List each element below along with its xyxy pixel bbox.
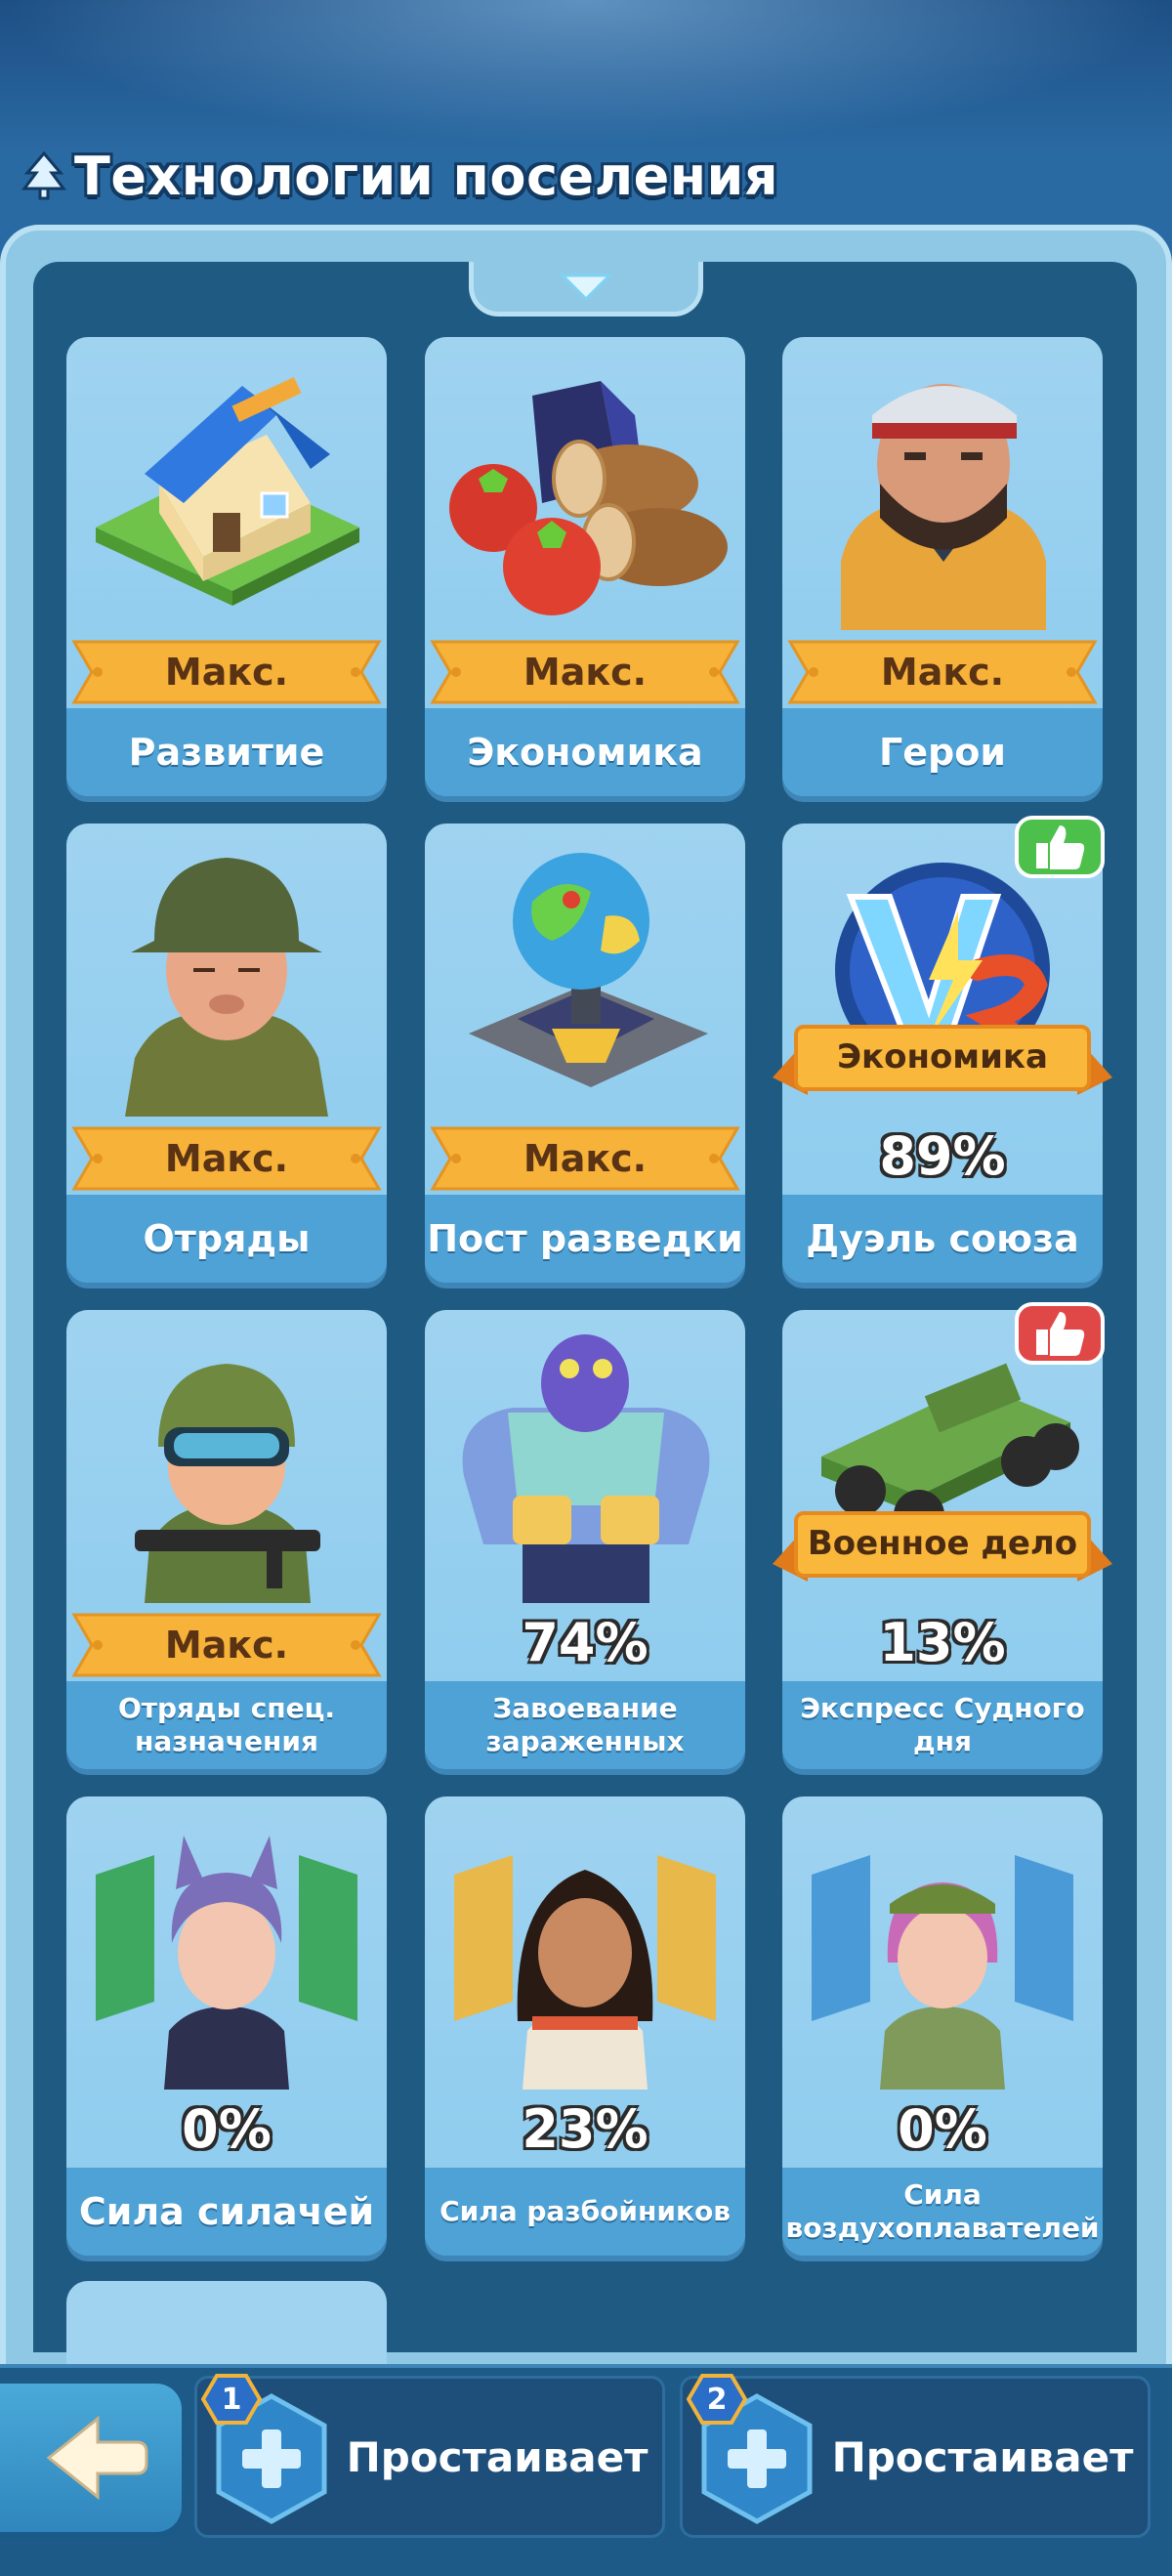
tech-card-heroes[interactable]: Макс. Герои — [782, 337, 1103, 796]
brawler-hero-icon — [96, 1836, 357, 2090]
slot-number-badge: 1 — [200, 2373, 263, 2426]
max-ribbon: Макс. — [68, 1611, 385, 1679]
tech-card-alliance-duel[interactable]: Экономика 89% Дуэль союза — [773, 816, 1112, 1283]
hero-portrait-icon — [841, 384, 1046, 630]
category-banner: Военное дело — [769, 1505, 1116, 1603]
soldier-icon — [125, 858, 328, 1117]
max-ribbon: Макс. — [68, 1124, 385, 1193]
card-label: Экспресс Судного дня — [800, 1692, 1085, 1757]
max-label: Макс. — [164, 1624, 289, 1667]
card-label: Экономика — [467, 731, 703, 774]
bandit-hero-icon — [454, 1855, 716, 2090]
slot-number: 2 — [706, 2382, 728, 2417]
category-banner: Экономика — [769, 1019, 1116, 1117]
progress-percent: 89% — [879, 1124, 1006, 1187]
thumbs-up-green-icon[interactable] — [1013, 810, 1107, 882]
page-header: Технологии поселения — [21, 137, 778, 215]
tech-card-infected-conquest[interactable]: 74% Завоевание зараженных — [425, 1310, 745, 1769]
back-arrow-icon — [46, 2415, 148, 2501]
aeronaut-hero-icon — [812, 1855, 1073, 2090]
card-label: Развитие — [128, 731, 325, 774]
tech-card-bandit-power[interactable]: 23% Сила разбойников — [425, 1796, 745, 2256]
max-ribbon: Макс. — [427, 1124, 743, 1193]
resources-icon — [449, 381, 728, 615]
chevron-down-icon[interactable] — [559, 270, 613, 303]
tech-card-aeronaut-power[interactable]: 0% Сила воздухоплавателей — [782, 1796, 1103, 2256]
top-glow — [0, 0, 1172, 147]
card-label: Дуэль союза — [806, 1217, 1079, 1260]
tech-card-development[interactable]: Макс. Развитие — [66, 337, 387, 796]
slot-number: 1 — [221, 2382, 242, 2417]
max-label: Макс. — [164, 651, 289, 694]
max-ribbon: Макс. — [427, 638, 743, 706]
slot-status: Простаивает — [346, 2432, 649, 2481]
tech-card-brawler-power[interactable]: 0% Сила силачей — [66, 1796, 387, 2256]
card-label: Герои — [879, 731, 1006, 774]
max-ribbon: Макс. — [784, 638, 1101, 706]
builder-slot-2[interactable]: 2 Простаивает — [680, 2373, 1151, 2538]
card-label: Пост разведки — [427, 1217, 743, 1260]
tech-card-squads[interactable]: Макс. Отряды — [66, 823, 387, 1283]
tech-card-doomsday-express[interactable]: Военное дело 13% Экспресс Судного дня — [773, 1302, 1112, 1769]
thumbs-up-red-icon[interactable] — [1013, 1296, 1107, 1369]
tech-card-recon-post[interactable]: Макс. Пост разведки — [425, 823, 745, 1283]
house-icon — [96, 377, 359, 606]
back-button[interactable] — [0, 2384, 182, 2532]
card-label: Отряды спец. назначения — [117, 1692, 336, 1757]
progress-percent: 0% — [182, 2097, 272, 2160]
slot-number-badge: 2 — [686, 2373, 748, 2426]
zombie-icon — [462, 1334, 710, 1603]
max-label: Макс. — [880, 651, 1005, 694]
progress-percent: 0% — [898, 2097, 987, 2160]
progress-percent: 13% — [879, 1611, 1006, 1673]
progress-percent: 23% — [522, 2097, 649, 2160]
max-label: Макс. — [523, 651, 648, 694]
tech-card-economy[interactable]: Макс. Экономика — [425, 337, 745, 796]
card-label: Отряды — [143, 1217, 311, 1260]
builder-slot-1[interactable]: 1 Простаивает — [194, 2373, 665, 2538]
card-label: Сила воздухоплавателей — [785, 2178, 1100, 2244]
tech-card-special-forces[interactable]: Макс. Отряды спец. назначения — [66, 1310, 387, 1769]
banner-label: Экономика — [837, 1037, 1048, 1077]
card-label: Завоевание зараженных — [485, 1692, 685, 1757]
special-forces-icon — [135, 1364, 320, 1603]
banner-label: Военное дело — [807, 1524, 1078, 1563]
card-label: Сила силачей — [78, 2190, 375, 2233]
max-label: Макс. — [523, 1137, 648, 1180]
max-ribbon: Макс. — [68, 638, 385, 706]
globe-outpost-icon — [469, 853, 708, 1087]
card-label: Сила разбойников — [440, 2195, 731, 2227]
max-label: Макс. — [164, 1137, 289, 1180]
tree-icon — [21, 151, 66, 200]
page-title: Технологии поселения — [74, 145, 779, 207]
slot-status: Простаивает — [831, 2432, 1134, 2481]
progress-percent: 74% — [522, 1611, 649, 1673]
